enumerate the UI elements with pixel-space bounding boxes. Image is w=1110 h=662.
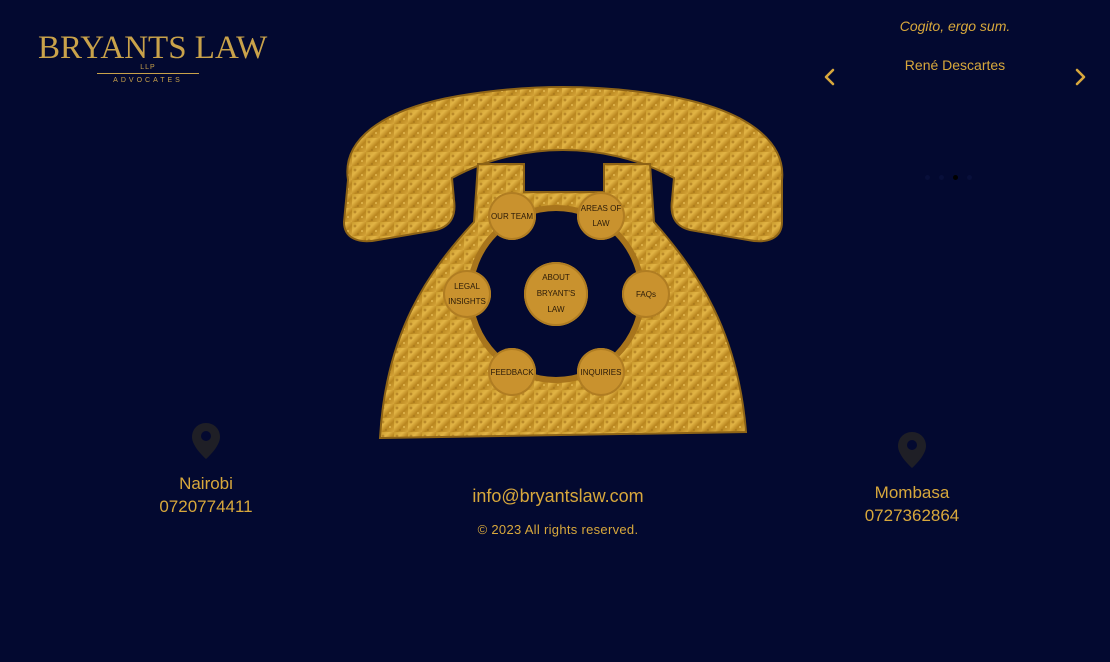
dial-label: OUR TEAM [490,211,534,221]
dial-label: LEGAL INSIGHTS [448,282,486,306]
dial-areas-of-law-button[interactable]: AREAS OF LAW [577,192,625,240]
site-logo[interactable]: BRYANTS LAW LLP ADVOCATES [38,30,268,84]
dial-about-button[interactable]: ABOUT BRYANT'S LAW [524,262,588,326]
chevron-right-icon [1075,68,1086,86]
logo-divider [97,73,199,74]
logo-subtitle: ADVOCATES [113,77,183,84]
location-mombasa: Mombasa 0727362864 [822,431,1002,527]
copyright-text: © 2023 All rights reserved. [477,522,639,537]
carousel-dot[interactable] [967,175,972,180]
map-pin-icon [191,422,221,460]
dial-inquiries-button[interactable]: INQUIRIES [577,348,625,396]
dial-label: INQUIRIES [580,367,622,377]
location-phone[interactable]: 0720774411 [116,495,296,518]
dial-center-label: ABOUT BRYANT'S LAW [536,273,576,314]
dial-our-team-button[interactable]: OUR TEAM [488,192,536,240]
carousel-pagination [925,175,972,180]
carousel-dot[interactable] [925,175,930,180]
quote-author: René Descartes [904,57,1006,73]
quote-text: Cogito, ergo sum. [899,18,1011,34]
email-link[interactable]: info@bryantslaw.com [440,486,676,507]
carousel-dot[interactable] [953,175,958,180]
dial-feedback-button[interactable]: FEEDBACK [488,348,536,396]
carousel-prev-button[interactable] [820,66,840,88]
chevron-left-icon [824,68,835,86]
dial-label: FEEDBACK [490,367,534,377]
dial-legal-insights-button[interactable]: LEGAL INSIGHTS [443,270,491,318]
telephone-nav: OUR TEAM AREAS OF LAW LEGAL INSIGHTS FAQ… [338,82,788,442]
dial-label: FAQs [635,289,656,299]
location-nairobi: Nairobi 0720774411 [116,422,296,518]
location-phone[interactable]: 0727362864 [822,504,1002,527]
location-city: Mombasa [874,483,950,502]
carousel-dot[interactable] [939,175,944,180]
quote-slide: Cogito, ergo sum. René Descartes [840,14,1070,73]
location-city: Nairobi [179,474,233,493]
logo-name: BRYANTS LAW [38,30,268,66]
dial-faqs-button[interactable]: FAQs [622,270,670,318]
carousel-next-button[interactable] [1070,66,1090,88]
dial-label: AREAS OF LAW [580,204,622,228]
map-pin-icon [897,431,927,469]
